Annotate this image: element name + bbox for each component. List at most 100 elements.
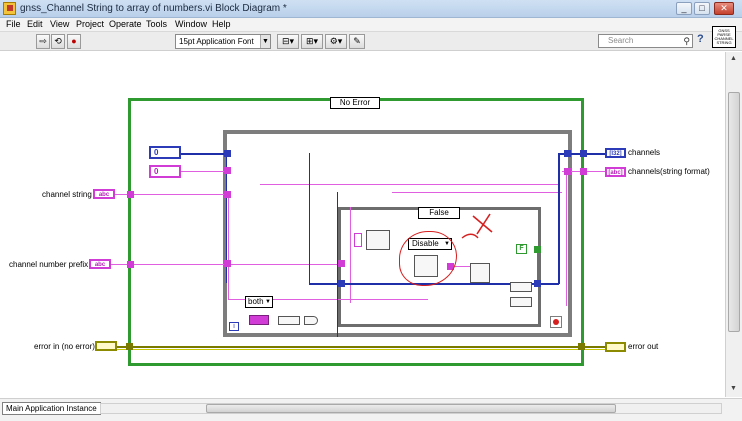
run-arrow-icon[interactable]: ⇨: [36, 34, 50, 49]
font-select[interactable]: 15pt Application Font ▼: [175, 34, 271, 49]
tunnel-prefix-in[interactable]: [224, 260, 231, 267]
chevron-down-icon: ▼: [260, 35, 270, 48]
tunnel-case-numeric-in[interactable]: [338, 280, 345, 287]
menu-view[interactable]: View: [50, 19, 69, 29]
search-placeholder: Search: [608, 36, 634, 45]
output-terminal-error-out[interactable]: [605, 342, 626, 352]
tunnel-outer-numeric-out[interactable]: [580, 150, 587, 157]
menu-file[interactable]: File: [6, 19, 21, 29]
input-terminal-channel-string[interactable]: abc: [93, 189, 115, 199]
input-label-channel-number-prefix: channel number prefix: [9, 260, 89, 269]
menu-operate[interactable]: Operate: [109, 19, 142, 29]
tunnel-case-numeric-out[interactable]: [534, 280, 541, 287]
numeric-constant-0-b[interactable]: 0: [149, 165, 181, 178]
status-bar: Main Application Instance: [0, 398, 742, 421]
output-label-channels: channels: [628, 148, 661, 157]
tunnel-case-bool-out[interactable]: [534, 246, 541, 253]
numeric-constant-0-a[interactable]: 0: [149, 146, 181, 159]
menu-project[interactable]: Project: [76, 19, 104, 29]
compare-node[interactable]: [304, 316, 318, 325]
block-diagram-canvas[interactable]: No Error i False 0 0 channel string abc …: [0, 52, 725, 397]
scan-from-string-node[interactable]: [278, 316, 300, 325]
index-array-node-b[interactable]: [510, 297, 532, 307]
string-format-wire[interactable]: [392, 192, 562, 193]
index-array-node-a[interactable]: [510, 282, 532, 292]
run-continuously-icon[interactable]: ⟲: [51, 34, 65, 49]
vi-icon-line-4: STRING: [716, 40, 732, 45]
title-bar: gnss_Channel String to array of numbers.…: [0, 0, 742, 18]
window-title: gnss_Channel String to array of numbers.…: [20, 3, 287, 14]
menu-help[interactable]: Help: [212, 19, 231, 29]
false-boolean-constant[interactable]: F: [516, 244, 527, 254]
search-icon[interactable]: ⚲: [683, 35, 690, 47]
numeric-vertical-wire-2[interactable]: [309, 153, 310, 283]
tunnel-outer-prefix-in[interactable]: [127, 261, 134, 268]
string-inner-vertical-wire[interactable]: [350, 207, 351, 303]
output-terminal-channels[interactable]: [I32]: [605, 148, 626, 158]
loop-iteration-terminal[interactable]: i: [229, 322, 239, 331]
scroll-down-icon[interactable]: ▼: [730, 385, 737, 392]
inner-case-label: False: [429, 208, 449, 217]
tunnel-numeric-out[interactable]: [564, 150, 571, 157]
vertical-scroll-thumb[interactable]: [728, 92, 740, 332]
tunnel-string-in-b[interactable]: [224, 191, 231, 198]
abort-icon[interactable]: ●: [67, 34, 81, 49]
output-label-error-out: error out: [628, 342, 659, 351]
reorder-icon[interactable]: ⚙▾: [325, 34, 347, 49]
close-button[interactable]: ✕: [714, 2, 734, 15]
input-label-channel-string: channel string: [42, 190, 92, 199]
input-terminal-error-in[interactable]: [95, 341, 117, 351]
tunnel-string-in-a[interactable]: [224, 167, 231, 174]
annotation-tick-icon: [461, 233, 479, 239]
font-select-value: 15pt Application Font: [179, 37, 254, 46]
outer-case-selector[interactable]: No Error: [330, 97, 380, 109]
tunnel-outer-string-in[interactable]: [127, 191, 134, 198]
cleanup-diagram-icon[interactable]: ✎: [349, 34, 365, 49]
stop-icon: [553, 319, 559, 325]
menu-tools[interactable]: Tools: [146, 19, 167, 29]
string-constant-small[interactable]: [354, 233, 362, 247]
string-right-vertical-wire[interactable]: [566, 171, 567, 306]
format-into-string-node[interactable]: [366, 230, 390, 250]
scroll-up-icon[interactable]: ▲: [730, 55, 737, 62]
horizontal-scroll-thumb[interactable]: [206, 404, 616, 413]
labview-vi-icon[interactable]: [3, 2, 16, 15]
distribute-objects-icon[interactable]: ⊞▾: [301, 34, 323, 49]
align-objects-icon[interactable]: ⊟▾: [277, 34, 299, 49]
help-button[interactable]: ?: [697, 33, 709, 47]
menu-bar: File Edit View Project Operate Tools Win…: [0, 18, 742, 32]
mode-ring-constant[interactable]: both ▼: [245, 296, 273, 308]
tunnel-string-out[interactable]: [564, 168, 571, 175]
match-pattern-node[interactable]: [249, 315, 269, 325]
error-wire[interactable]: [117, 346, 605, 348]
maximize-button[interactable]: □: [694, 2, 710, 15]
output-terminal-channels-string-format[interactable]: [abc]: [605, 167, 626, 177]
vi-connector-icon[interactable]: GNSS PARSE CHANNEL STRING: [712, 26, 736, 48]
tunnel-error-in[interactable]: [126, 343, 133, 350]
tunnel-outer-string-out[interactable]: [580, 168, 587, 175]
disable-node-out-wire[interactable]: [455, 266, 471, 267]
build-array-node[interactable]: [470, 263, 490, 283]
outer-case-label: No Error: [339, 98, 371, 107]
menu-edit[interactable]: Edit: [27, 19, 43, 29]
tunnel-case-string-in[interactable]: [338, 260, 345, 267]
input-terminal-channel-number-prefix[interactable]: abc: [89, 259, 111, 269]
loop-stop-terminal[interactable]: [550, 316, 562, 328]
input-label-error-in: error in (no error): [34, 342, 95, 351]
application-instance[interactable]: Main Application Instance: [2, 402, 101, 415]
constant-a-wire[interactable]: [181, 153, 224, 155]
mode-ring-value: both: [248, 297, 264, 306]
search-input[interactable]: Search ⚲: [598, 34, 693, 48]
minimize-button[interactable]: _: [676, 2, 692, 15]
menu-window[interactable]: Window: [175, 19, 207, 29]
vertical-scrollbar[interactable]: ▲ ▼: [725, 52, 742, 397]
horizontal-scrollbar[interactable]: [100, 403, 722, 414]
numeric-right-vertical-wire[interactable]: [558, 153, 560, 284]
constant-b-wire[interactable]: [181, 171, 224, 172]
tunnel-error-out[interactable]: [578, 343, 585, 350]
tunnel-numeric-in[interactable]: [224, 150, 231, 157]
inner-case-selector[interactable]: False: [418, 207, 460, 219]
error-wire-highlight: [117, 349, 605, 350]
string-upper-wire[interactable]: [260, 184, 560, 185]
string-vertical-wire[interactable]: [228, 194, 229, 299]
